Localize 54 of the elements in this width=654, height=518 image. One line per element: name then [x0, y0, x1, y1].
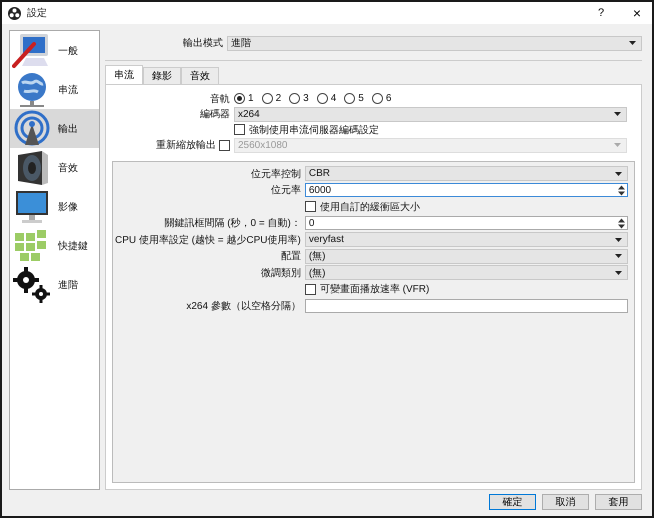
- caret-icon: [614, 112, 621, 116]
- checkbox-label: 強制使用串流伺服器編碼設定: [249, 124, 379, 137]
- help-button[interactable]: ?: [586, 2, 616, 24]
- dropdown[interactable]: CBR: [304, 166, 628, 182]
- caret-icon: [615, 238, 622, 242]
- field-label: 微調類別: [260, 266, 301, 280]
- tab[interactable]: 音效: [181, 67, 219, 84]
- tab[interactable]: 錄影: [143, 67, 181, 84]
- sidebar-item[interactable]: 串流: [10, 70, 99, 109]
- caret-icon: [614, 143, 621, 148]
- sidebar-item[interactable]: 快捷鍵: [10, 226, 99, 265]
- dropdown[interactable]: (無): [304, 248, 628, 264]
- field-label: 位元率控制: [250, 168, 301, 181]
- tab[interactable]: 串流: [105, 65, 143, 84]
- output-mode-dropdown[interactable]: 進階: [227, 36, 642, 50]
- field-label: x264 參數（以空格分隔）: [186, 300, 301, 313]
- checkbox[interactable]: [234, 124, 245, 136]
- input-field[interactable]: [304, 298, 628, 313]
- caret-icon: [615, 270, 622, 275]
- field-label: 編碼器: [200, 108, 230, 122]
- checkbox[interactable]: [304, 201, 316, 212]
- checkbox[interactable]: [304, 284, 316, 295]
- sidebar-item[interactable]: 一般: [10, 31, 99, 70]
- caret-icon: [615, 254, 622, 258]
- spin-box[interactable]: 0: [304, 216, 628, 230]
- spin-arrows-icon[interactable]: [618, 184, 625, 196]
- spin-arrows-icon[interactable]: [618, 218, 625, 229]
- field-label: 關鍵訊框間隔 (秒，0 = 自動)：: [164, 216, 301, 230]
- close-button[interactable]: ×: [622, 2, 652, 24]
- sidebar-item[interactable]: 進階: [10, 265, 99, 304]
- dialog-button[interactable]: 套用: [595, 494, 642, 510]
- encoder-dropdown[interactable]: x264: [234, 106, 627, 122]
- checkbox-label: 可變畫面播放速率 (VFR): [320, 282, 430, 296]
- window-title: 設定: [27, 6, 47, 20]
- broadcast-icon: [12, 110, 52, 148]
- field-label: 位元率: [270, 184, 301, 198]
- app-icon: [8, 6, 21, 20]
- field-label: 輸出模式: [183, 36, 223, 50]
- gears-icon: [12, 266, 52, 304]
- field-label: 音軌: [210, 92, 230, 106]
- caret-icon: [629, 41, 636, 45]
- spin-box[interactable]: 6000: [304, 183, 628, 198]
- field-label: 配置: [280, 250, 301, 264]
- sidebar-item[interactable]: 影像: [10, 187, 99, 226]
- sidebar-item[interactable]: 輸出: [10, 109, 99, 148]
- field-label: 重新縮放輸出: [156, 138, 216, 152]
- caret-icon: [615, 172, 622, 176]
- sidebar-item[interactable]: 音效: [10, 148, 99, 187]
- dialog-button[interactable]: 確定: [489, 494, 536, 510]
- dropdown[interactable]: veryfast: [304, 232, 628, 248]
- dropdown[interactable]: (無): [304, 265, 628, 280]
- checkbox-label: 使用自訂的緩衝區大小: [320, 200, 420, 214]
- field-label: CPU 使用率設定 (越快 = 越少CPU使用率): [115, 234, 301, 247]
- dialog-button[interactable]: 取消: [542, 494, 589, 510]
